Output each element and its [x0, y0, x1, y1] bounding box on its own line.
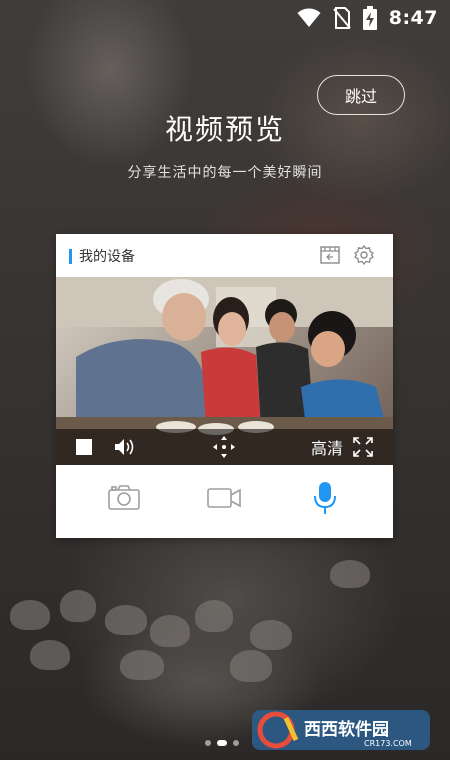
status-bar: 8:47: [0, 0, 450, 36]
hd-quality-toggle[interactable]: 高清: [311, 429, 343, 465]
video-control-bar: 高清: [56, 429, 393, 465]
status-time: 8:47: [388, 7, 438, 29]
card-actions: [56, 465, 393, 538]
svg-text:西西软件园: 西西软件园: [304, 719, 389, 740]
speaker-icon[interactable]: [114, 429, 136, 465]
accent-bar: [69, 249, 72, 264]
device-label: 我的设备: [79, 249, 135, 265]
page-subtitle: 分享生活中的每一个美好瞬间: [127, 165, 323, 181]
move-arrows-icon[interactable]: [212, 429, 236, 465]
no-sim-icon: [332, 7, 351, 29]
stop-icon[interactable]: [75, 429, 93, 465]
page-dot: [233, 740, 239, 746]
video-camera-icon[interactable]: [207, 485, 241, 515]
page-indicator: [205, 740, 239, 746]
microphone-icon[interactable]: [314, 481, 336, 519]
gear-icon[interactable]: [353, 244, 375, 270]
svg-text:CR173.COM: CR173.COM: [364, 739, 412, 748]
video-preview[interactable]: 高清: [56, 277, 393, 465]
page-dot-active: [217, 740, 227, 746]
camera-icon[interactable]: [108, 485, 140, 515]
watermark-logo: 西西软件园 CR173.COM: [252, 708, 430, 752]
battery-charging-icon: [362, 6, 377, 30]
card-header: 我的设备: [56, 234, 393, 277]
film-settings-icon[interactable]: [319, 244, 341, 270]
fullscreen-icon[interactable]: [353, 429, 373, 465]
device-card: 我的设备 高清: [56, 234, 393, 538]
page-title: 视频预览: [164, 113, 285, 146]
wifi-icon: [297, 8, 321, 28]
page-dot: [205, 740, 211, 746]
